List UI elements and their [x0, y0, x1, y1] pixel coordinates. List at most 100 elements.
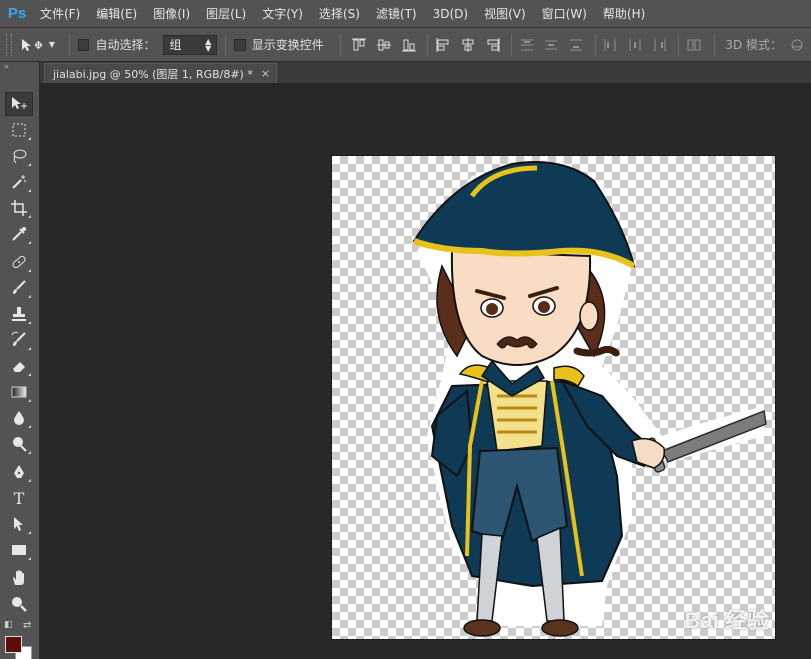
type-tool[interactable]: T	[5, 486, 33, 510]
document-tab-bar: jialabi.jpg @ 50% (图层 1, RGB/8#) * ×	[40, 62, 811, 83]
eraser-tool[interactable]	[5, 354, 33, 378]
eyedropper-tool[interactable]	[5, 222, 33, 246]
options-bar: ▼ 自动选择： 组 ▲ ▼ 显示变换控件 3D 模式：	[0, 28, 811, 62]
document-tab-title: jialabi.jpg @ 50% (图层 1, RGB/8#) *	[53, 67, 253, 81]
separator	[68, 33, 70, 56]
align-right-edges-icon[interactable]	[482, 35, 503, 55]
healing-brush-tool[interactable]	[5, 250, 33, 274]
hand-icon	[13, 570, 24, 585]
zoom-tool[interactable]	[5, 592, 33, 616]
watermark: Bai 经验	[684, 608, 769, 633]
separator	[339, 33, 341, 56]
3d-rotate-icon[interactable]	[786, 35, 807, 55]
brush-icon	[13, 280, 26, 294]
rectangle-icon	[12, 545, 26, 555]
auto-select-dropdown[interactable]: 组 ▲ ▼	[163, 34, 218, 55]
updown-arrows-icon: ▲ ▼	[205, 36, 212, 53]
gradient-icon	[11, 386, 27, 398]
separator	[225, 33, 227, 56]
eyedropper-icon	[12, 227, 26, 241]
magnifier-icon	[12, 597, 27, 612]
collapse-arrows-icon[interactable]: »	[0, 62, 39, 72]
distribute-right-icon[interactable]	[650, 35, 671, 55]
menu-view[interactable]: 视图(V)	[476, 0, 534, 28]
distribute-horizontal-centers-icon[interactable]	[625, 35, 646, 55]
auto-select-value: 组	[169, 38, 182, 52]
separator	[714, 33, 716, 56]
brush-tool[interactable]	[5, 276, 33, 300]
close-icon[interactable]: ×	[261, 67, 270, 80]
distribute-top-icon[interactable]	[516, 35, 537, 55]
document-canvas[interactable]: Bai 经验	[331, 155, 776, 640]
auto-align-layers-icon[interactable]	[683, 35, 704, 55]
auto-select-label: 自动选择：	[95, 38, 156, 52]
menu-window[interactable]: 窗口(W)	[534, 0, 595, 28]
menu-type[interactable]: 文字(Y)	[254, 0, 311, 28]
menu-edit[interactable]: 编辑(E)	[88, 0, 145, 28]
gradient-tool[interactable]	[5, 380, 33, 404]
document-tab[interactable]: jialabi.jpg @ 50% (图层 1, RGB/8#) * ×	[44, 63, 278, 83]
menu-help[interactable]: 帮助(H)	[595, 0, 653, 28]
separator	[511, 33, 513, 56]
blur-tool[interactable]	[5, 406, 33, 430]
separator	[594, 33, 596, 56]
pen-tool[interactable]	[5, 460, 33, 484]
magic-wand-tool[interactable]	[5, 170, 33, 194]
menu-filter[interactable]: 滤镜(T)	[368, 0, 425, 28]
history-brush-icon	[11, 331, 26, 346]
pen-icon	[14, 465, 24, 478]
default-colors-icon[interactable]: ◧	[4, 620, 13, 630]
tools-panel: » T ◧ ⇄	[0, 62, 40, 659]
separator	[678, 33, 680, 56]
align-vertical-centers-icon[interactable]	[374, 35, 395, 55]
lasso-icon	[13, 149, 27, 164]
move-tool-icon	[21, 38, 43, 51]
menu-bar: Ps 文件(F) 编辑(E) 图像(I) 图层(L) 文字(Y) 选择(S) 滤…	[0, 0, 811, 28]
pirate-captain-illustration	[412, 161, 767, 637]
eraser-icon	[13, 362, 25, 372]
swap-colors-icon[interactable]: ⇄	[23, 620, 31, 631]
separator	[427, 33, 429, 56]
photoshop-logo: Ps	[7, 5, 27, 22]
menu-file[interactable]: 文件(F)	[32, 0, 88, 28]
clone-stamp-tool[interactable]	[5, 302, 33, 326]
3d-mode-label: 3D 模式：	[725, 38, 783, 52]
path-selection-icon	[14, 517, 23, 531]
path-selection-tool[interactable]	[5, 512, 33, 536]
magic-wand-icon	[12, 175, 27, 189]
align-top-edges-icon[interactable]	[349, 35, 370, 55]
align-horizontal-centers-icon[interactable]	[457, 35, 478, 55]
menu-select[interactable]: 选择(S)	[311, 0, 368, 28]
lasso-tool[interactable]	[5, 144, 33, 168]
distribute-vertical-centers-icon[interactable]	[541, 35, 562, 55]
align-left-edges-icon[interactable]	[432, 35, 453, 55]
crop-tool[interactable]	[5, 196, 33, 220]
tool-preset-picker[interactable]: ▼	[20, 37, 55, 53]
dodge-tool[interactable]	[5, 432, 33, 456]
history-brush-tool[interactable]	[5, 328, 33, 352]
workspace: Bai 经验	[40, 83, 811, 659]
options-grip[interactable]	[6, 33, 12, 56]
show-transform-label: 显示变换控件	[251, 38, 324, 52]
align-bottom-edges-icon[interactable]	[399, 35, 420, 55]
stamp-icon	[12, 307, 26, 321]
dodge-icon	[13, 437, 27, 452]
distribute-bottom-icon[interactable]	[566, 35, 587, 55]
foreground-color-swatch[interactable]	[5, 636, 22, 653]
menu-layer[interactable]: 图层(L)	[198, 0, 254, 28]
rectangle-tool[interactable]	[5, 538, 33, 562]
marquee-tool[interactable]	[5, 118, 33, 142]
menu-3d[interactable]: 3D(D)	[425, 0, 476, 28]
move-icon	[12, 97, 27, 109]
menu-image[interactable]: 图像(I)	[145, 0, 198, 28]
crop-icon	[11, 200, 27, 216]
marquee-icon	[12, 123, 26, 137]
move-tool[interactable]	[5, 92, 33, 116]
chevron-down-icon: ▼	[48, 40, 55, 49]
water-drop-icon	[14, 411, 24, 425]
distribute-left-icon[interactable]	[600, 35, 621, 55]
auto-select-checkbox[interactable]	[77, 38, 90, 51]
show-transform-checkbox[interactable]	[234, 38, 246, 51]
hand-tool[interactable]	[5, 566, 33, 590]
bandage-icon	[12, 255, 26, 269]
